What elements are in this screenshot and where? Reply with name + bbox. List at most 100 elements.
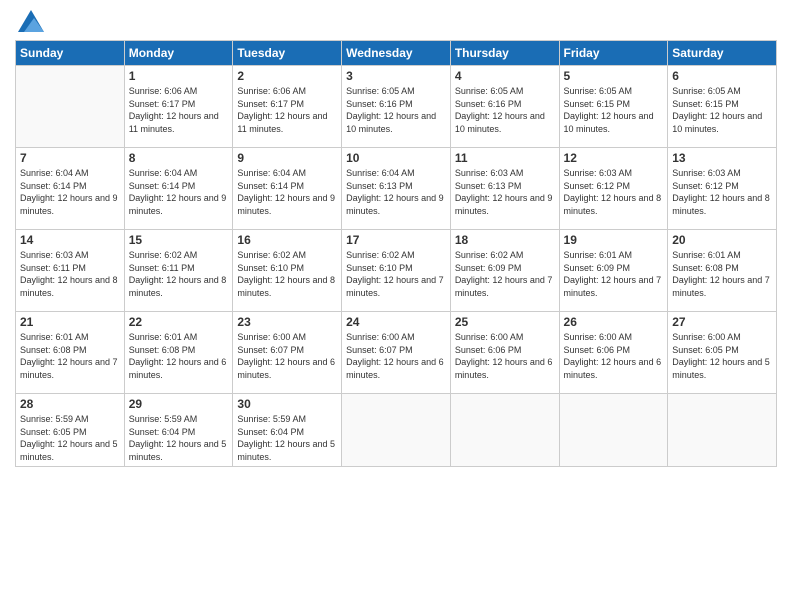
calendar-cell: 24 Sunrise: 6:00 AMSunset: 6:07 PMDayligh… bbox=[342, 312, 451, 394]
day-info: Sunrise: 6:05 AMSunset: 6:15 PMDaylight:… bbox=[672, 85, 772, 135]
calendar-header-row: SundayMondayTuesdayWednesdayThursdayFrid… bbox=[16, 41, 777, 66]
day-number: 9 bbox=[237, 151, 337, 165]
day-info: Sunrise: 6:05 AMSunset: 6:15 PMDaylight:… bbox=[564, 85, 664, 135]
day-info: Sunrise: 6:04 AMSunset: 6:14 PMDaylight:… bbox=[129, 167, 229, 217]
day-number: 13 bbox=[672, 151, 772, 165]
calendar-cell: 30Sunrise: 5:59 AMSunset: 6:04 PMDayligh… bbox=[233, 394, 342, 467]
calendar-cell: 29 Sunrise: 5:59 AMSunset: 6:04 PMDayligh… bbox=[124, 394, 233, 467]
day-info: Sunrise: 6:00 AMSunset: 6:06 PMDaylight:… bbox=[455, 331, 555, 381]
day-number: 22 bbox=[129, 315, 229, 329]
calendar-cell: 3 Sunrise: 6:05 AMSunset: 6:16 PMDaylight… bbox=[342, 66, 451, 148]
day-info: Sunrise: 6:04 AMSunset: 6:14 PMDaylight:… bbox=[20, 167, 120, 217]
day-info: Sunrise: 6:03 AMSunset: 6:13 PMDaylight:… bbox=[455, 167, 555, 217]
day-info: Sunrise: 6:00 AMSunset: 6:06 PMDaylight:… bbox=[564, 331, 664, 381]
day-number: 21 bbox=[20, 315, 120, 329]
day-number: 25 bbox=[455, 315, 555, 329]
calendar-week-row: 21 Sunrise: 6:01 AMSunset: 6:08 PMDayligh… bbox=[16, 312, 777, 394]
day-number: 28 bbox=[20, 397, 120, 411]
weekday-header: Wednesday bbox=[342, 41, 451, 66]
day-info: Sunrise: 6:00 AMSunset: 6:07 PMDaylight:… bbox=[237, 331, 337, 381]
calendar-cell bbox=[16, 66, 125, 148]
header bbox=[15, 10, 777, 32]
calendar-cell bbox=[668, 394, 777, 467]
day-number: 5 bbox=[564, 69, 664, 83]
calendar: SundayMondayTuesdayWednesdayThursdayFrid… bbox=[15, 40, 777, 467]
page: SundayMondayTuesdayWednesdayThursdayFrid… bbox=[0, 0, 792, 612]
day-info: Sunrise: 6:06 AMSunset: 6:17 PMDaylight:… bbox=[237, 85, 337, 135]
calendar-cell: 10 Sunrise: 6:04 AMSunset: 6:13 PMDayligh… bbox=[342, 148, 451, 230]
calendar-cell: 7 Sunrise: 6:04 AMSunset: 6:14 PMDaylight… bbox=[16, 148, 125, 230]
weekday-header: Monday bbox=[124, 41, 233, 66]
day-info: Sunrise: 6:00 AMSunset: 6:07 PMDaylight:… bbox=[346, 331, 446, 381]
calendar-cell: 1 Sunrise: 6:06 AMSunset: 6:17 PMDaylight… bbox=[124, 66, 233, 148]
calendar-cell bbox=[559, 394, 668, 467]
day-number: 16 bbox=[237, 233, 337, 247]
day-number: 2 bbox=[237, 69, 337, 83]
calendar-cell: 19 Sunrise: 6:01 AMSunset: 6:09 PMDayligh… bbox=[559, 230, 668, 312]
day-info: Sunrise: 6:04 AMSunset: 6:13 PMDaylight:… bbox=[346, 167, 446, 217]
day-info: Sunrise: 5:59 AMSunset: 6:05 PMDaylight:… bbox=[20, 413, 120, 463]
day-number: 14 bbox=[20, 233, 120, 247]
calendar-cell: 28 Sunrise: 5:59 AMSunset: 6:05 PMDayligh… bbox=[16, 394, 125, 467]
calendar-cell: 9 Sunrise: 6:04 AMSunset: 6:14 PMDaylight… bbox=[233, 148, 342, 230]
calendar-cell: 8 Sunrise: 6:04 AMSunset: 6:14 PMDaylight… bbox=[124, 148, 233, 230]
day-info: Sunrise: 6:06 AMSunset: 6:17 PMDaylight:… bbox=[129, 85, 229, 135]
day-info: Sunrise: 6:01 AMSunset: 6:08 PMDaylight:… bbox=[129, 331, 229, 381]
day-info: Sunrise: 5:59 AMSunset: 6:04 PMDaylight:… bbox=[129, 413, 229, 463]
calendar-cell bbox=[450, 394, 559, 467]
calendar-cell bbox=[342, 394, 451, 467]
logo-icon bbox=[18, 10, 44, 32]
calendar-cell: 14 Sunrise: 6:03 AMSunset: 6:11 PMDayligh… bbox=[16, 230, 125, 312]
calendar-cell: 13 Sunrise: 6:03 AMSunset: 6:12 PMDayligh… bbox=[668, 148, 777, 230]
calendar-cell: 16 Sunrise: 6:02 AMSunset: 6:10 PMDayligh… bbox=[233, 230, 342, 312]
calendar-cell: 20Sunrise: 6:01 AMSunset: 6:08 PMDayligh… bbox=[668, 230, 777, 312]
calendar-cell: 11 Sunrise: 6:03 AMSunset: 6:13 PMDayligh… bbox=[450, 148, 559, 230]
calendar-cell: 18Sunrise: 6:02 AMSunset: 6:09 PMDayligh… bbox=[450, 230, 559, 312]
day-info: Sunrise: 6:00 AMSunset: 6:05 PMDaylight:… bbox=[672, 331, 772, 381]
day-number: 8 bbox=[129, 151, 229, 165]
day-info: Sunrise: 6:05 AMSunset: 6:16 PMDaylight:… bbox=[346, 85, 446, 135]
day-number: 1 bbox=[129, 69, 229, 83]
day-number: 24 bbox=[346, 315, 446, 329]
day-number: 10 bbox=[346, 151, 446, 165]
calendar-cell: 6Sunrise: 6:05 AMSunset: 6:15 PMDaylight… bbox=[668, 66, 777, 148]
day-info: Sunrise: 6:02 AMSunset: 6:10 PMDaylight:… bbox=[346, 249, 446, 299]
weekday-header: Thursday bbox=[450, 41, 559, 66]
day-number: 3 bbox=[346, 69, 446, 83]
calendar-cell: 22 Sunrise: 6:01 AMSunset: 6:08 PMDayligh… bbox=[124, 312, 233, 394]
day-number: 17 bbox=[346, 233, 446, 247]
day-info: Sunrise: 6:02 AMSunset: 6:11 PMDaylight:… bbox=[129, 249, 229, 299]
day-info: Sunrise: 6:01 AMSunset: 6:09 PMDaylight:… bbox=[564, 249, 664, 299]
weekday-header: Friday bbox=[559, 41, 668, 66]
logo bbox=[15, 10, 44, 32]
calendar-cell: 21Sunrise: 6:01 AMSunset: 6:08 PMDayligh… bbox=[16, 312, 125, 394]
weekday-header: Saturday bbox=[668, 41, 777, 66]
calendar-cell: 4 Sunrise: 6:05 AMSunset: 6:16 PMDaylight… bbox=[450, 66, 559, 148]
calendar-cell: 17 Sunrise: 6:02 AMSunset: 6:10 PMDayligh… bbox=[342, 230, 451, 312]
day-number: 18 bbox=[455, 233, 555, 247]
day-number: 29 bbox=[129, 397, 229, 411]
day-info: Sunrise: 6:03 AMSunset: 6:12 PMDaylight:… bbox=[672, 167, 772, 217]
calendar-cell: 15Sunrise: 6:02 AMSunset: 6:11 PMDayligh… bbox=[124, 230, 233, 312]
calendar-cell: 23Sunrise: 6:00 AMSunset: 6:07 PMDayligh… bbox=[233, 312, 342, 394]
day-number: 4 bbox=[455, 69, 555, 83]
day-number: 26 bbox=[564, 315, 664, 329]
calendar-week-row: 14 Sunrise: 6:03 AMSunset: 6:11 PMDayligh… bbox=[16, 230, 777, 312]
day-number: 20 bbox=[672, 233, 772, 247]
day-info: Sunrise: 6:02 AMSunset: 6:10 PMDaylight:… bbox=[237, 249, 337, 299]
calendar-cell: 12Sunrise: 6:03 AMSunset: 6:12 PMDayligh… bbox=[559, 148, 668, 230]
day-number: 19 bbox=[564, 233, 664, 247]
day-info: Sunrise: 6:03 AMSunset: 6:11 PMDaylight:… bbox=[20, 249, 120, 299]
weekday-header: Sunday bbox=[16, 41, 125, 66]
calendar-cell: 25 Sunrise: 6:00 AMSunset: 6:06 PMDayligh… bbox=[450, 312, 559, 394]
day-number: 7 bbox=[20, 151, 120, 165]
day-number: 11 bbox=[455, 151, 555, 165]
day-info: Sunrise: 6:04 AMSunset: 6:14 PMDaylight:… bbox=[237, 167, 337, 217]
calendar-week-row: 1 Sunrise: 6:06 AMSunset: 6:17 PMDaylight… bbox=[16, 66, 777, 148]
calendar-week-row: 28 Sunrise: 5:59 AMSunset: 6:05 PMDayligh… bbox=[16, 394, 777, 467]
calendar-cell: 2 Sunrise: 6:06 AMSunset: 6:17 PMDaylight… bbox=[233, 66, 342, 148]
day-number: 27 bbox=[672, 315, 772, 329]
day-info: Sunrise: 6:05 AMSunset: 6:16 PMDaylight:… bbox=[455, 85, 555, 135]
calendar-cell: 26 Sunrise: 6:00 AMSunset: 6:06 PMDayligh… bbox=[559, 312, 668, 394]
day-info: Sunrise: 5:59 AMSunset: 6:04 PMDaylight:… bbox=[237, 413, 337, 463]
